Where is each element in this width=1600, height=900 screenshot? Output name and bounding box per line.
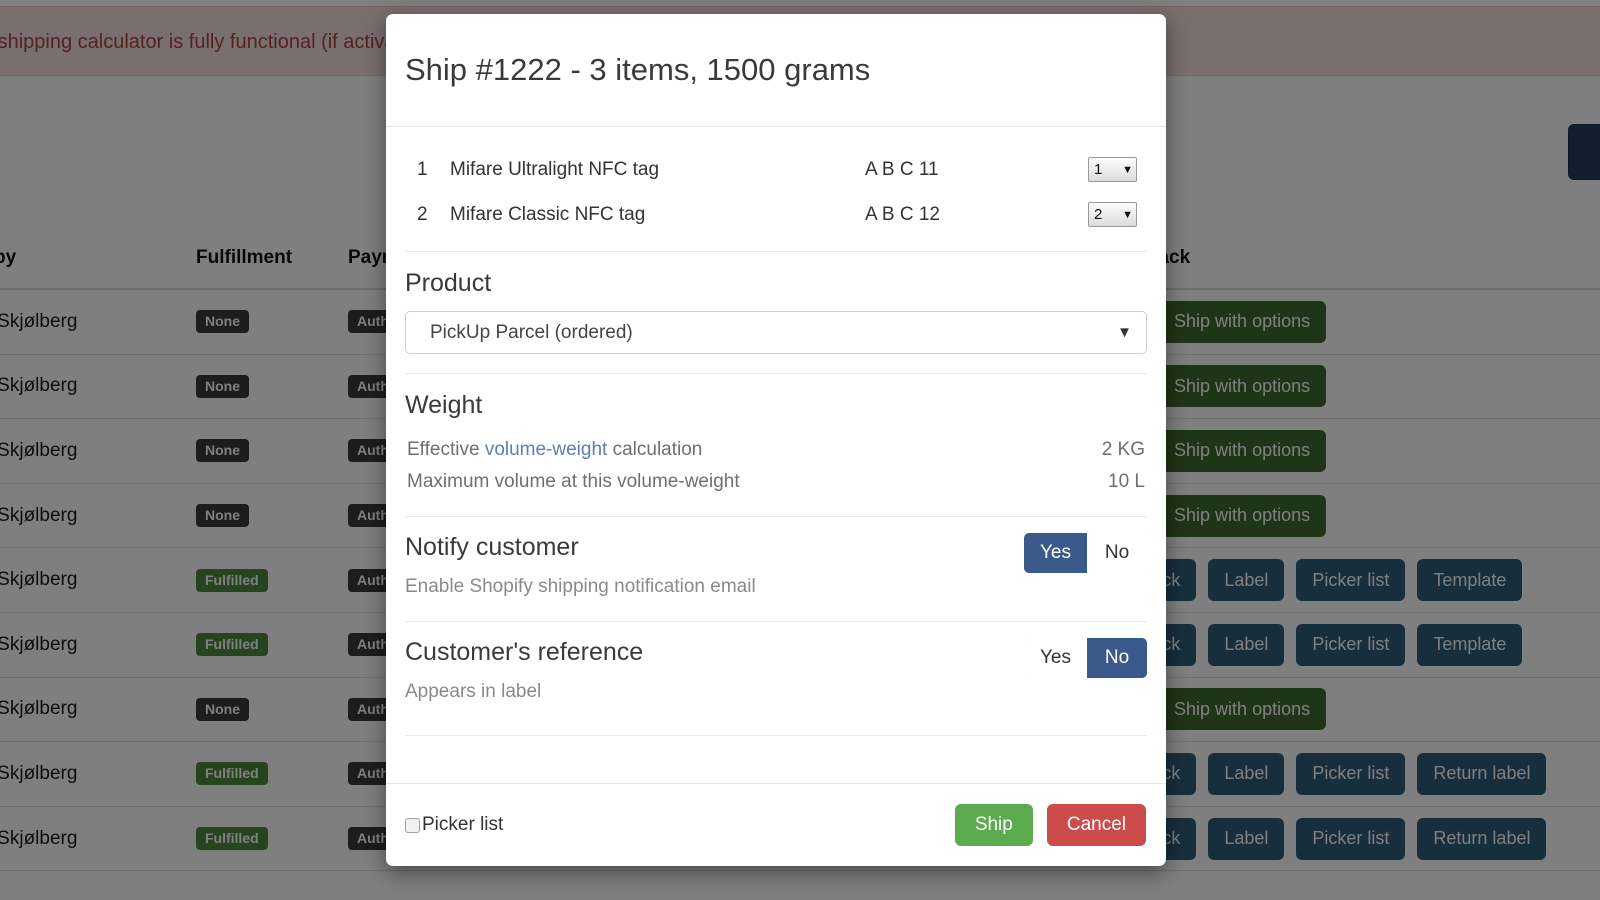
- customer-reference-yes[interactable]: Yes: [1024, 638, 1087, 678]
- customer-reference-label: Customer's reference: [405, 638, 643, 667]
- item-name: Mifare Ultralight NFC tag: [450, 159, 865, 181]
- notify-customer-row: Notify customer Enable Shopify shipping …: [405, 517, 1147, 598]
- weight-section-title: Weight: [405, 391, 1147, 420]
- weight-max-volume-value: 10 L: [1108, 471, 1145, 493]
- modal-footer: Picker list Ship Cancel: [386, 783, 1166, 866]
- weight-effective-value: 2 KG: [1102, 439, 1145, 461]
- picker-list-label: Picker list: [422, 814, 503, 836]
- customer-reference-row: Customer's reference Appears in label Ye…: [405, 622, 1147, 703]
- modal-title: Ship #1222 - 3 items, 1500 grams: [405, 52, 870, 88]
- notify-customer-yes[interactable]: Yes: [1024, 533, 1087, 573]
- divider-items: [405, 251, 1147, 252]
- notify-customer-toggle[interactable]: Yes No: [1024, 533, 1147, 573]
- item-sku: A B C 12: [865, 204, 1088, 226]
- picker-list-checkbox-wrap[interactable]: Picker list: [405, 814, 503, 836]
- ship-order-modal: Ship #1222 - 3 items, 1500 grams 1Mifare…: [386, 14, 1166, 866]
- chevron-down-icon: ▼: [1122, 209, 1133, 221]
- item-name: Mifare Classic NFC tag: [450, 204, 865, 226]
- product-section-title: Product: [405, 269, 1147, 298]
- item-index: 2: [405, 204, 450, 226]
- customer-reference-no[interactable]: No: [1087, 638, 1147, 678]
- item-quantity-value: 2: [1094, 206, 1102, 223]
- notify-customer-no[interactable]: No: [1087, 533, 1147, 573]
- product-select-value: PickUp Parcel (ordered): [430, 322, 633, 344]
- modal-body: 1Mifare Ultralight NFC tagA B C 111▼2Mif…: [386, 127, 1166, 783]
- notify-customer-sublabel: Enable Shopify shipping notification ema…: [405, 576, 756, 598]
- weight-row-effective: Effective volume-weight calculation 2 KG: [405, 433, 1147, 465]
- weight-row-max-volume: Maximum volume at this volume-weight 10 …: [405, 465, 1147, 497]
- order-items-list: 1Mifare Ultralight NFC tagA B C 111▼2Mif…: [405, 127, 1147, 237]
- item-index: 1: [405, 159, 450, 181]
- ship-button[interactable]: Ship: [955, 804, 1033, 846]
- item-sku: A B C 11: [865, 159, 1088, 181]
- item-quantity-value: 1: [1094, 161, 1102, 178]
- divider-reference: [405, 735, 1147, 736]
- checkbox-icon[interactable]: [405, 818, 420, 833]
- modal-header: Ship #1222 - 3 items, 1500 grams: [386, 14, 1166, 127]
- divider-product: [405, 373, 1147, 374]
- order-item-row: 2Mifare Classic NFC tagA B C 122▼: [405, 192, 1147, 237]
- cancel-button[interactable]: Cancel: [1047, 804, 1146, 846]
- order-item-row: 1Mifare Ultralight NFC tagA B C 111▼: [405, 147, 1147, 192]
- item-quantity-select[interactable]: 1▼: [1088, 157, 1137, 182]
- product-select[interactable]: PickUp Parcel (ordered) ▼: [405, 311, 1147, 354]
- volume-weight-link[interactable]: volume-weight: [485, 439, 608, 460]
- weight-max-volume-label: Maximum volume at this volume-weight: [407, 471, 740, 493]
- chevron-down-icon: ▼: [1117, 324, 1132, 341]
- customer-reference-sublabel: Appears in label: [405, 681, 643, 703]
- chevron-down-icon: ▼: [1122, 164, 1133, 176]
- item-quantity-select[interactable]: 2▼: [1088, 202, 1137, 227]
- notify-customer-label: Notify customer: [405, 533, 756, 562]
- customer-reference-toggle[interactable]: Yes No: [1024, 638, 1147, 678]
- weight-effective-label: Effective volume-weight calculation: [407, 439, 702, 461]
